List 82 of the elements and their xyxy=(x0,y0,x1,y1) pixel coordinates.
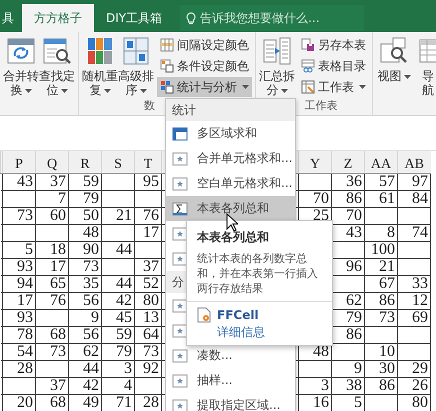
table-cell: 48 xyxy=(68,224,102,242)
table-cell: 59 xyxy=(102,326,134,344)
table-cell: 28 xyxy=(2,360,36,378)
table-cell: 86 xyxy=(332,190,364,208)
table-cell: 76 xyxy=(134,208,162,224)
table-cell: 10 xyxy=(364,344,398,360)
table-cell: 73 xyxy=(134,344,162,360)
table-cell: 45 xyxy=(102,310,134,326)
table-cell: 50 xyxy=(68,208,102,224)
group-label: 数 xyxy=(144,98,155,114)
table-cell: 95 xyxy=(134,174,162,190)
table-cell: 37 xyxy=(36,378,68,394)
table-cell: 37 xyxy=(36,174,68,190)
table-cell: 86 xyxy=(364,292,398,310)
table-cell: 92 xyxy=(134,360,162,378)
table-cell: 43 xyxy=(2,174,36,190)
table-cell: 90 xyxy=(68,242,102,258)
table-cell: 60 xyxy=(36,208,68,224)
table-cell: 61 xyxy=(364,190,398,208)
table-cell: 13 xyxy=(134,310,162,326)
table-cell: 97 xyxy=(398,174,430,190)
table-cell: 8 xyxy=(364,224,398,242)
table-cell: 12 xyxy=(398,292,430,310)
table-cell: 5 xyxy=(2,242,36,258)
table-cell: 30 xyxy=(364,360,398,378)
table-cell: 17 xyxy=(134,224,162,242)
table-cell: 21 xyxy=(102,208,134,224)
table-cell: 73 xyxy=(364,310,398,326)
table-cell: 94 xyxy=(2,276,36,292)
table-cell: 37 xyxy=(134,258,162,276)
table-cell: 84 xyxy=(398,190,430,208)
table-cell: 79 xyxy=(68,190,102,208)
table-cell: 56 xyxy=(68,292,102,310)
table-cell: 9 xyxy=(68,310,102,326)
table-cell: 44 xyxy=(102,276,134,292)
table-cell: 76 xyxy=(36,292,68,310)
table-cell: 4 xyxy=(102,378,134,394)
table-cell: 42 xyxy=(68,378,102,394)
table-cell: 93 xyxy=(2,310,36,326)
table-cell: 33 xyxy=(398,276,430,292)
addin-name: FFCell xyxy=(217,308,259,322)
table-cell: 3 xyxy=(298,378,332,394)
table-cell: 18 xyxy=(36,242,68,258)
menu-section-header: 统计 xyxy=(166,99,295,121)
table-cell: 59 xyxy=(68,174,102,190)
table-cell: 73 xyxy=(2,208,36,224)
table-cell: 36 xyxy=(332,174,364,190)
table-cell: 7 xyxy=(36,190,68,208)
table-cell: 68 xyxy=(36,326,68,344)
table-cell: 38 xyxy=(332,378,364,394)
table-cell: 9 xyxy=(332,360,364,378)
table-cell: 44 xyxy=(68,360,102,378)
table-cell: 17 xyxy=(2,292,36,310)
table-cell: 100 xyxy=(364,242,398,258)
table-cell: 93 xyxy=(2,258,36,276)
table-cell: 67 xyxy=(364,276,398,292)
table-cell: 42 xyxy=(102,292,134,310)
table-cell: 56 xyxy=(68,326,102,344)
table-cell: 3 xyxy=(102,360,134,378)
table-cell: 21 xyxy=(364,258,398,276)
table-cell: 86 xyxy=(364,378,398,394)
table-cell: 69 xyxy=(398,310,430,326)
table-cell: 44 xyxy=(102,242,134,258)
table-cell: 80 xyxy=(134,292,162,310)
table-cell: 70 xyxy=(298,190,332,208)
table-cell: 64 xyxy=(134,326,162,344)
table-cell: 29 xyxy=(398,360,430,378)
table-cell: 65 xyxy=(36,276,68,292)
table-cell: 35 xyxy=(68,276,102,292)
group-label: 工作表 xyxy=(304,98,338,114)
table-cell: 79 xyxy=(102,344,134,360)
table-cell: 74 xyxy=(398,224,430,242)
table-cell: 54 xyxy=(2,344,36,360)
table-cell: 26 xyxy=(398,378,430,394)
table-cell: 57 xyxy=(364,174,398,190)
table-cell: 73 xyxy=(36,344,68,360)
table-cell: 78 xyxy=(2,326,36,344)
table-cell: 73 xyxy=(68,258,102,276)
tooltip-title: 本表各列总和 xyxy=(197,229,270,246)
table-cell: 17 xyxy=(36,258,68,276)
table-cell: 62 xyxy=(68,344,102,360)
table-cell: 52 xyxy=(134,276,162,292)
